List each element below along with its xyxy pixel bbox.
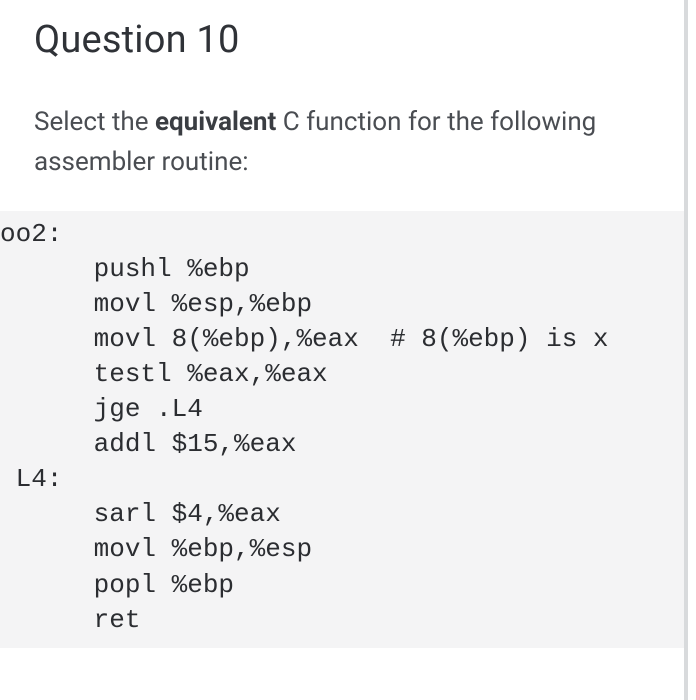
question-title: Question 10 <box>34 18 684 62</box>
question-prompt: Select the equivalent C function for the… <box>34 102 684 183</box>
question-container: Question 10 Select the equivalent C func… <box>0 0 688 700</box>
prompt-pre: Select the <box>34 107 155 137</box>
prompt-emphasis: equivalent <box>155 107 276 137</box>
assembly-code-block: oo2: pushl %ebp movl %esp,%ebp movl 8(%e… <box>0 211 684 648</box>
